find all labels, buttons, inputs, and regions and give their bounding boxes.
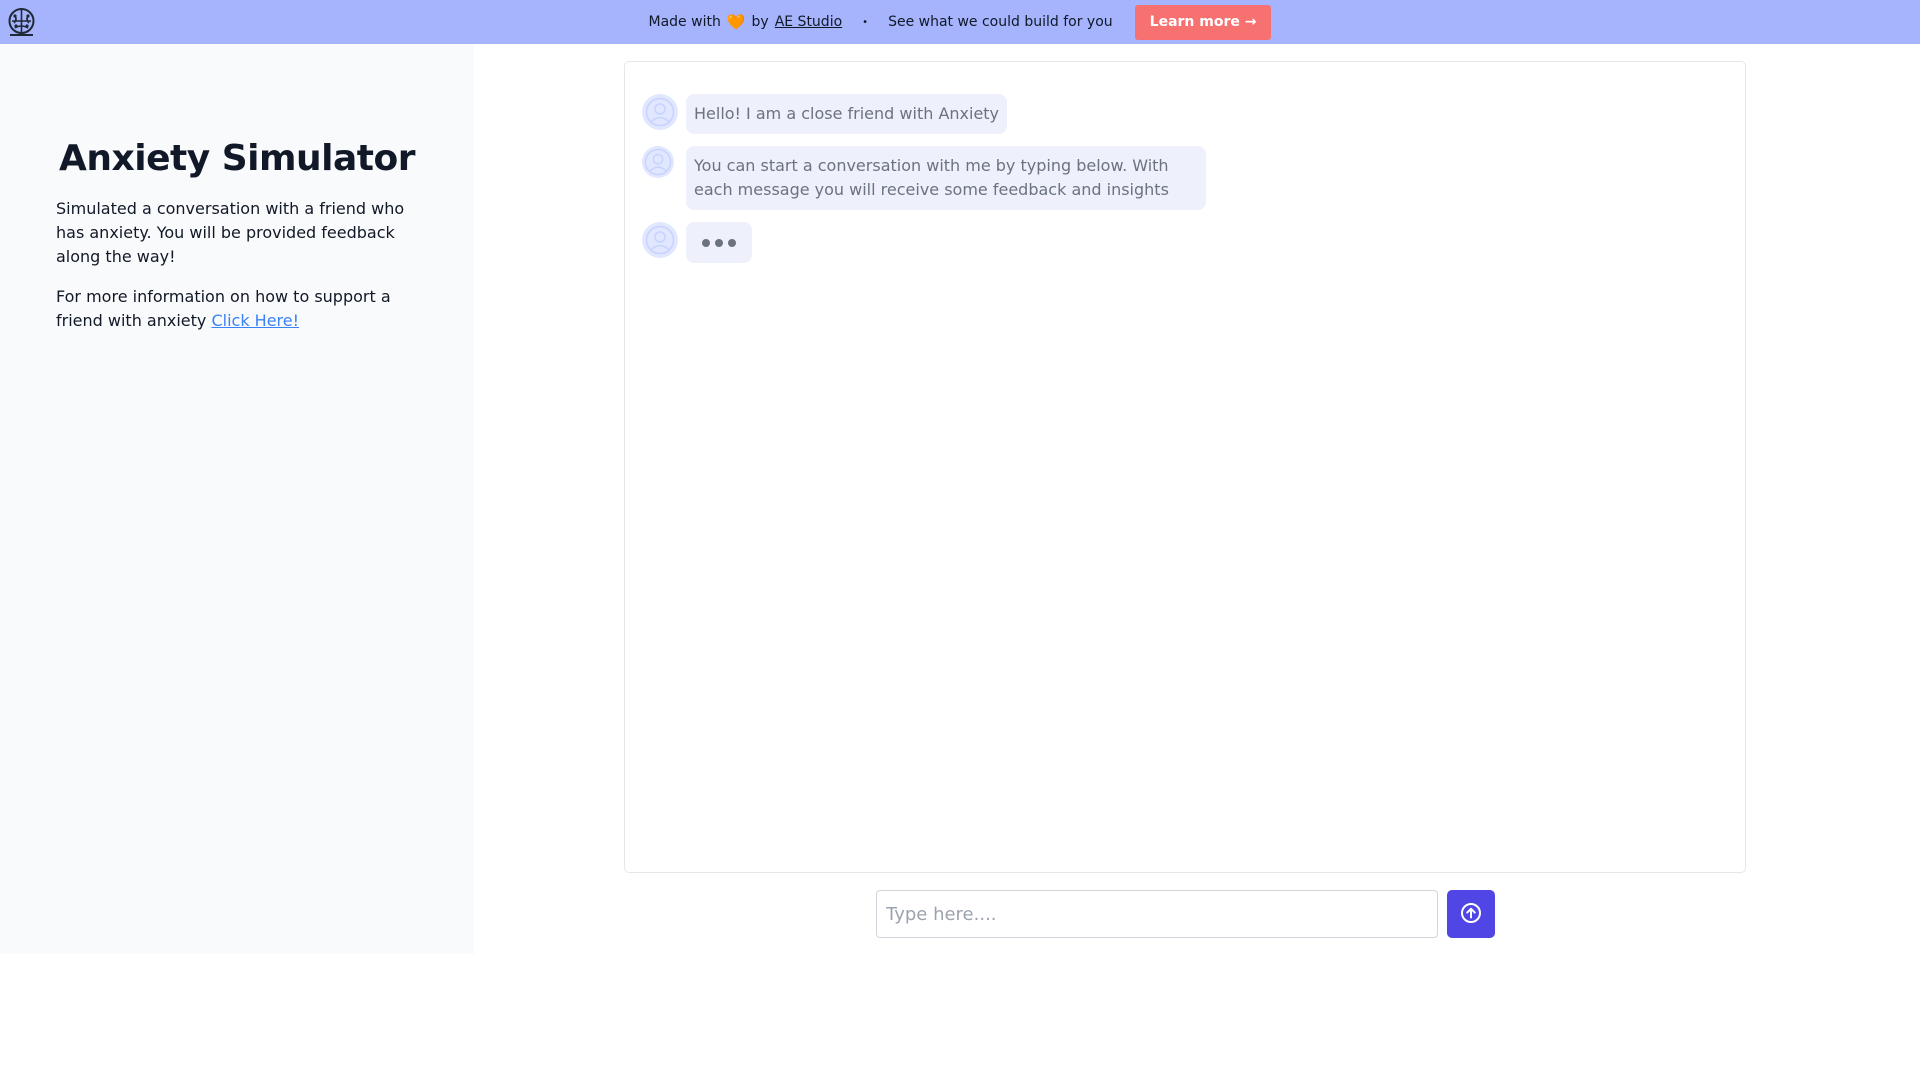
- message-bubble: Hello! I am a close friend with Anxiety: [686, 94, 1008, 134]
- chat-input-row: [876, 890, 1495, 938]
- typing-dot: [715, 238, 723, 247]
- info-paragraph: For more information on how to support a…: [56, 285, 418, 333]
- banner-content: Made with 🧡 by AE Studio • See what we c…: [648, 4, 1272, 40]
- description-text: Simulated a conversation with a friend w…: [56, 199, 405, 266]
- ae-studio-link[interactable]: AE Studio: [775, 14, 842, 30]
- separator-dot: •: [862, 16, 869, 28]
- banner-tagline: See what we could build for you: [888, 14, 1113, 30]
- top-banner: Made with 🧡 by AE Studio • See what we c…: [0, 0, 1920, 44]
- message-input[interactable]: [876, 890, 1438, 938]
- learn-more-button[interactable]: Learn more →: [1134, 4, 1272, 40]
- typing-dot: [702, 238, 710, 247]
- user-avatar-icon: [642, 94, 678, 130]
- sidebar: Anxiety Simulator Simulated a conversati…: [0, 44, 474, 954]
- click-here-link[interactable]: Click Here!: [211, 311, 299, 330]
- message-bubble: You can start a conversation with me by …: [686, 146, 1206, 210]
- made-with-text: Made with: [648, 14, 721, 30]
- chat-message: Hello! I am a close friend with Anxiety: [642, 94, 1728, 134]
- arrow-up-circle-icon: [1460, 902, 1482, 927]
- chat-panel: Hello! I am a close friend with Anxiety …: [624, 61, 1746, 873]
- chat-message: You can start a conversation with me by …: [642, 146, 1728, 210]
- typing-indicator: [686, 222, 752, 263]
- brain-logo-icon[interactable]: [6, 7, 37, 38]
- typing-dot: [728, 238, 736, 247]
- user-avatar-icon: [642, 222, 678, 258]
- page-title: Anxiety Simulator: [59, 138, 415, 179]
- by-text: by: [751, 14, 769, 30]
- user-avatar-icon: [642, 146, 674, 178]
- heart-icon: 🧡: [726, 13, 746, 31]
- send-button[interactable]: [1447, 890, 1495, 938]
- typing-message: [642, 222, 1728, 263]
